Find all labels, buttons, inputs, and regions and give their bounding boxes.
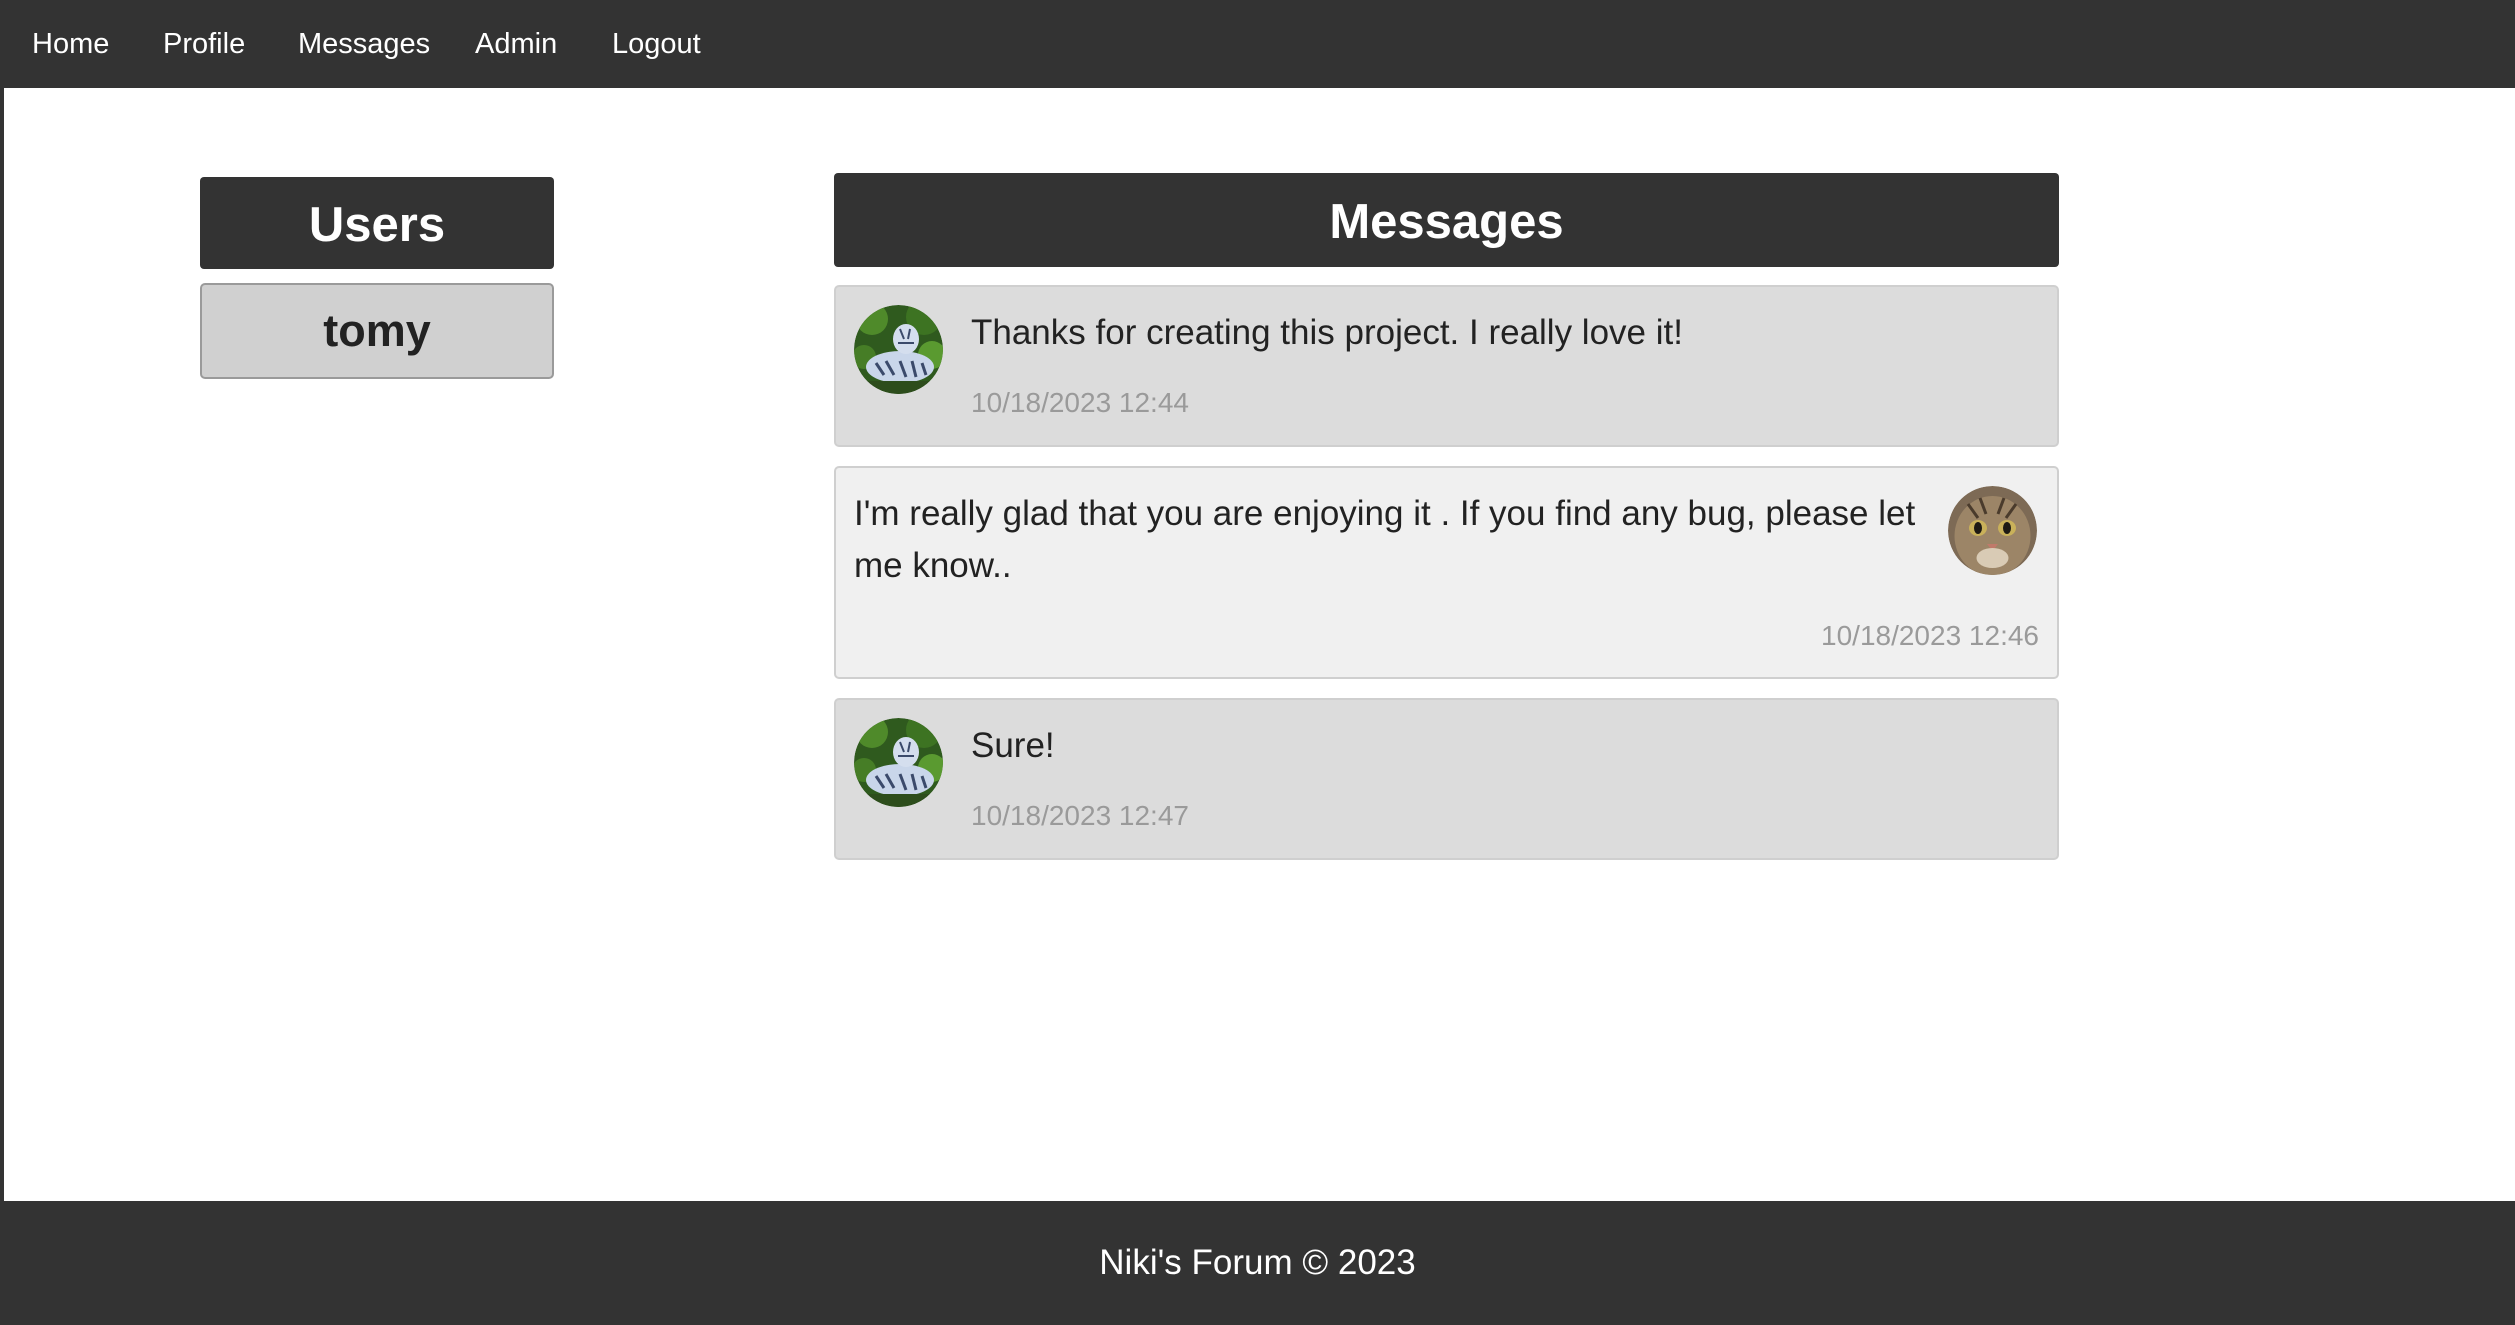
nav-admin-link[interactable]: Admin — [475, 0, 557, 88]
users-panel-title: Users — [200, 177, 554, 269]
main-content: Users tomy Messages Thanks for creating … — [4, 88, 2515, 1201]
messages-panel-title: Messages — [834, 173, 2059, 267]
nav-logout-link[interactable]: Logout — [612, 0, 701, 88]
message-timestamp: 10/18/2023 12:46 — [1821, 620, 2039, 651]
message-text: Thanks for creating this project. I real… — [971, 313, 1683, 352]
user-list-item-tomy[interactable]: tomy — [200, 283, 554, 379]
message-text: Sure! — [971, 726, 1055, 765]
nav-home-link[interactable]: Home — [32, 0, 109, 88]
nav-messages-link[interactable]: Messages — [298, 0, 430, 88]
nav-profile-link[interactable]: Profile — [163, 0, 245, 88]
tiger-avatar-icon — [854, 718, 943, 807]
top-navbar: Home Profile Messages Admin Logout — [0, 0, 2515, 88]
message-item: Thanks for creating this project. I real… — [834, 285, 2059, 447]
tiger-avatar-icon — [854, 305, 943, 394]
message-item: Sure! 10/18/2023 12:47 — [834, 698, 2059, 860]
cat-avatar-icon — [1948, 486, 2037, 575]
message-item: I'm really glad that you are enjoying it… — [834, 466, 2059, 679]
message-timestamp: 10/18/2023 12:47 — [971, 800, 1189, 831]
page-footer: Niki's Forum © 2023 — [0, 1201, 2515, 1321]
message-text: I'm really glad that you are enjoying it… — [854, 494, 1916, 585]
message-timestamp: 10/18/2023 12:44 — [971, 387, 1189, 418]
